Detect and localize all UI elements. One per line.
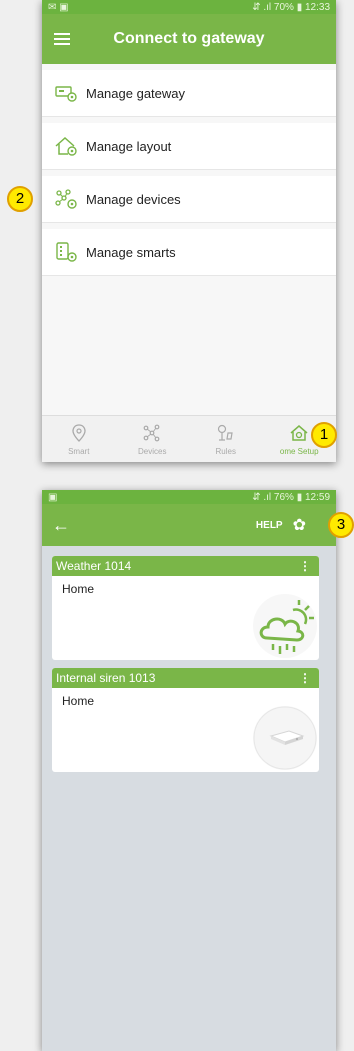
nav-item-smart[interactable]: Smart xyxy=(42,416,116,462)
app-bar: Connect to gateway xyxy=(42,14,336,64)
nav-label: Rules xyxy=(215,446,236,456)
status-bar: ✉ ▣ ⇵ .ıl 70% ▮ 12:33 xyxy=(42,0,336,14)
more-vert-icon[interactable]: ⋮ xyxy=(299,671,311,685)
bottom-navigation: Smart Devices Rules ome Setup xyxy=(42,415,336,462)
phone-screen-2: ▣ ⇵ .ıl 76% ▮ 12:59 ← HELP ✿ Weather 101… xyxy=(42,490,336,1051)
nav-item-rules[interactable]: Rules xyxy=(189,416,263,462)
menu-item-manage-gateway[interactable]: Manage gateway xyxy=(42,70,336,117)
card-location: Home xyxy=(62,694,95,708)
status-left: ✉ ▣ xyxy=(48,1,69,13)
nav-label: Devices xyxy=(138,446,167,456)
callout-badge-3: 3 xyxy=(328,512,354,538)
status-left: ▣ xyxy=(48,491,58,503)
gateway-icon xyxy=(55,86,77,102)
menu-item-label: Manage gateway xyxy=(86,85,186,101)
smarts-icon xyxy=(56,242,77,262)
menu-item-manage-devices[interactable]: Manage devices xyxy=(42,176,336,223)
more-vert-icon[interactable]: ⋮ xyxy=(299,559,311,573)
home-setup-icon xyxy=(290,424,308,441)
nav-label: Smart xyxy=(68,446,90,456)
card-header: Weather 1014 ⋮ xyxy=(52,556,319,576)
devices-icon xyxy=(55,189,77,209)
menu-item-label: Manage smarts xyxy=(86,244,176,260)
menu-item-label: Manage layout xyxy=(86,138,172,154)
weather-icon xyxy=(253,594,317,658)
menu-item-manage-smarts[interactable]: Manage smarts xyxy=(42,229,336,276)
status-right: ⇵ .ıl 70% ▮ 12:33 xyxy=(252,1,330,13)
smart-icon xyxy=(72,423,86,442)
callout-badge-1: 1 xyxy=(311,422,337,448)
back-arrow-icon[interactable]: ← xyxy=(52,515,70,536)
status-bar: ▣ ⇵ .ıl 76% ▮ 12:59 xyxy=(42,490,336,504)
nav-item-devices[interactable]: Devices xyxy=(116,416,190,462)
device-card-siren[interactable]: Internal siren 1013 ⋮ Home xyxy=(52,668,319,772)
devices-icon xyxy=(143,424,160,441)
menu-item-label: Manage devices xyxy=(86,191,181,207)
phone-screen-1: ✉ ▣ ⇵ .ıl 70% ▮ 12:33 Connect to gateway… xyxy=(42,0,336,462)
status-right: ⇵ .ıl 76% ▮ 12:59 xyxy=(252,491,330,503)
device-card-weather[interactable]: Weather 1014 ⋮ Home xyxy=(52,556,319,660)
gear-icon[interactable]: ✿ xyxy=(293,515,306,535)
card-title: Weather 1014 xyxy=(56,559,132,573)
callout-badge-2: 2 xyxy=(7,186,33,212)
app-bar: ← HELP ✿ xyxy=(42,504,336,546)
help-button[interactable]: HELP xyxy=(256,520,283,531)
siren-icon xyxy=(253,706,317,770)
layout-icon xyxy=(55,136,77,156)
hamburger-menu-icon[interactable] xyxy=(54,30,70,48)
menu-item-manage-layout[interactable]: Manage layout xyxy=(42,123,336,170)
card-header: Internal siren 1013 ⋮ xyxy=(52,668,319,688)
card-title: Internal siren 1013 xyxy=(56,671,156,685)
rules-icon xyxy=(217,424,233,441)
card-location: Home xyxy=(62,582,95,596)
page-title: Connect to gateway xyxy=(113,30,265,47)
nav-label: ome Setup xyxy=(279,446,319,456)
